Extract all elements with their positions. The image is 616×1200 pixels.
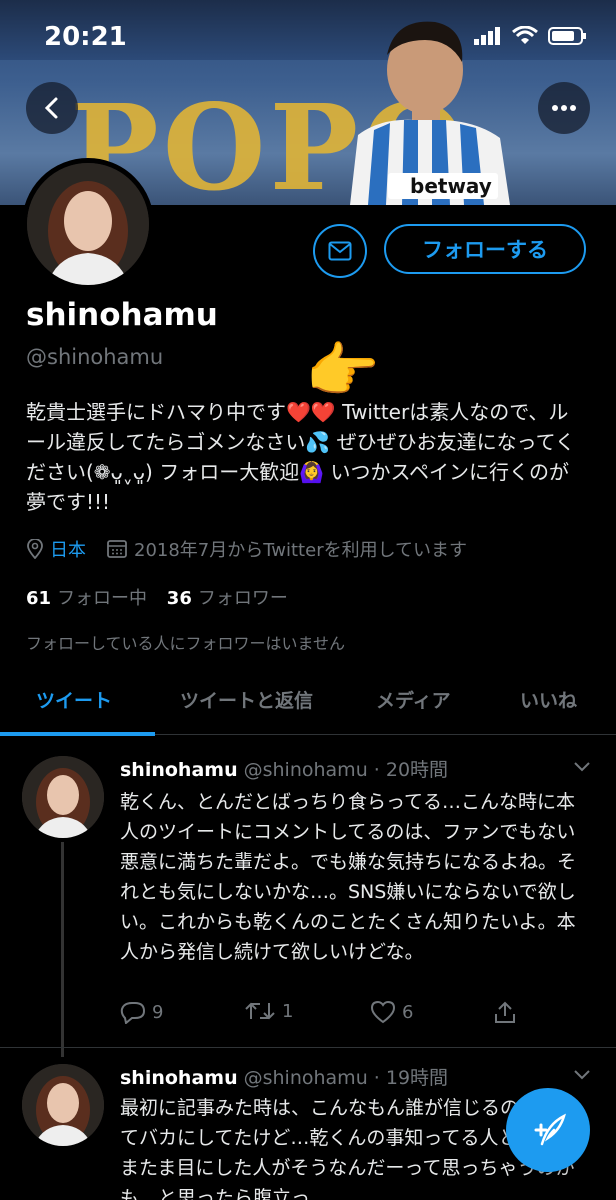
retweet-count: 1 [282,1000,294,1022]
share-button[interactable] [494,1000,516,1024]
tweet-text: 乾くん、とんだとばっちり食らってる…こんな時に本人のツイートにコメントしてるのは… [120,791,577,963]
more-dots-icon [552,105,576,111]
tab-tweets[interactable]: ツイート [36,686,112,713]
like-count: 6 [402,1001,414,1023]
tweet-avatar-image [22,1064,104,1146]
tab-tweets-replies[interactable]: ツイートと返信 [180,686,313,713]
profile-joined: 2018年7月からTwitterを利用しています [134,540,468,561]
thread-line [61,842,64,1057]
followers-link[interactable]: 36 フォロワー [167,588,288,609]
followers-label: フォロワー [197,588,288,609]
status-bar: 20:21 [0,0,616,70]
tab-indicator [0,732,155,736]
chevron-down-icon[interactable] [572,760,592,774]
tweet-author-handle: @shinohamu [243,759,368,781]
status-icons [474,26,588,46]
followers-you-know: フォローしている人にフォロワーはいません [26,634,346,653]
following-link[interactable]: 61 フォロー中 [26,588,147,609]
reply-count: 9 [152,1001,164,1023]
signal-icon [474,27,500,45]
profile-meta: 日本 2018年7月からTwitterを利用しています [26,536,467,562]
tweet-time: · 19時間 [373,1067,449,1089]
tweet-actions: 9 1 6 [120,1000,540,1030]
wifi-icon [512,26,538,44]
tweet-header: shinohamu @shinohamu · 19時間 [120,1063,448,1090]
profile-tabs: ツイート ツイートと返信 メディア いいね [0,672,616,736]
retweet-icon [245,1002,275,1020]
following-label: フォロー中 [57,588,148,609]
share-icon [495,1001,515,1023]
tweet-time: · 20時間 [373,759,449,781]
retweet-button[interactable]: 1 [244,1000,293,1022]
avatar-image [27,163,149,285]
more-options-button[interactable] [538,82,590,134]
location-pin-icon [27,539,43,559]
followers-count: 36 [166,588,192,609]
following-count: 61 [26,588,52,609]
tweet-author-handle: @shinohamu [243,1067,368,1089]
battery-icon [548,27,586,45]
profile-handle: @shinohamu [26,345,164,369]
heart-icon [370,1000,396,1024]
tweet-author-name[interactable]: shinohamu [120,1067,238,1089]
reply-button[interactable]: 9 [120,1000,163,1024]
status-time: 20:21 [44,22,127,52]
back-button[interactable] [26,82,78,134]
compose-feather-icon [534,1113,566,1146]
profile-bio: 乾貴士選手にドハマり中です❤️❤️ Twitterは素人なので、ルール違反してた… [26,400,576,514]
tab-media[interactable]: メディア [376,686,451,713]
jersey-sponsor: betway [410,174,492,198]
tweet-avatar[interactable] [22,1064,104,1146]
like-button[interactable]: 6 [370,1000,413,1024]
tweet-avatar-image [22,756,104,838]
profile-avatar[interactable] [22,158,154,290]
profile-location[interactable]: 日本 [50,536,86,562]
follow-button[interactable]: フォローする [384,224,586,274]
chevron-left-icon [44,97,58,119]
follow-counts: 61 フォロー中 36 フォロワー [26,584,288,610]
message-button[interactable] [313,224,367,278]
calendar-icon [107,540,127,558]
tweet-author-name[interactable]: shinohamu [120,759,238,781]
reply-icon [120,1002,146,1024]
compose-tweet-button[interactable] [506,1088,590,1172]
tweet-avatar[interactable] [22,756,104,838]
profile-display-name: shinohamu [26,297,218,333]
pointing-hand-icon: 👉 [305,336,380,406]
tweet-divider [0,1047,616,1048]
tweet-header: shinohamu @shinohamu · 20時間 [120,755,448,782]
chevron-down-icon[interactable] [572,1068,592,1082]
tab-likes[interactable]: いいね [520,686,577,713]
mail-icon [328,241,352,261]
